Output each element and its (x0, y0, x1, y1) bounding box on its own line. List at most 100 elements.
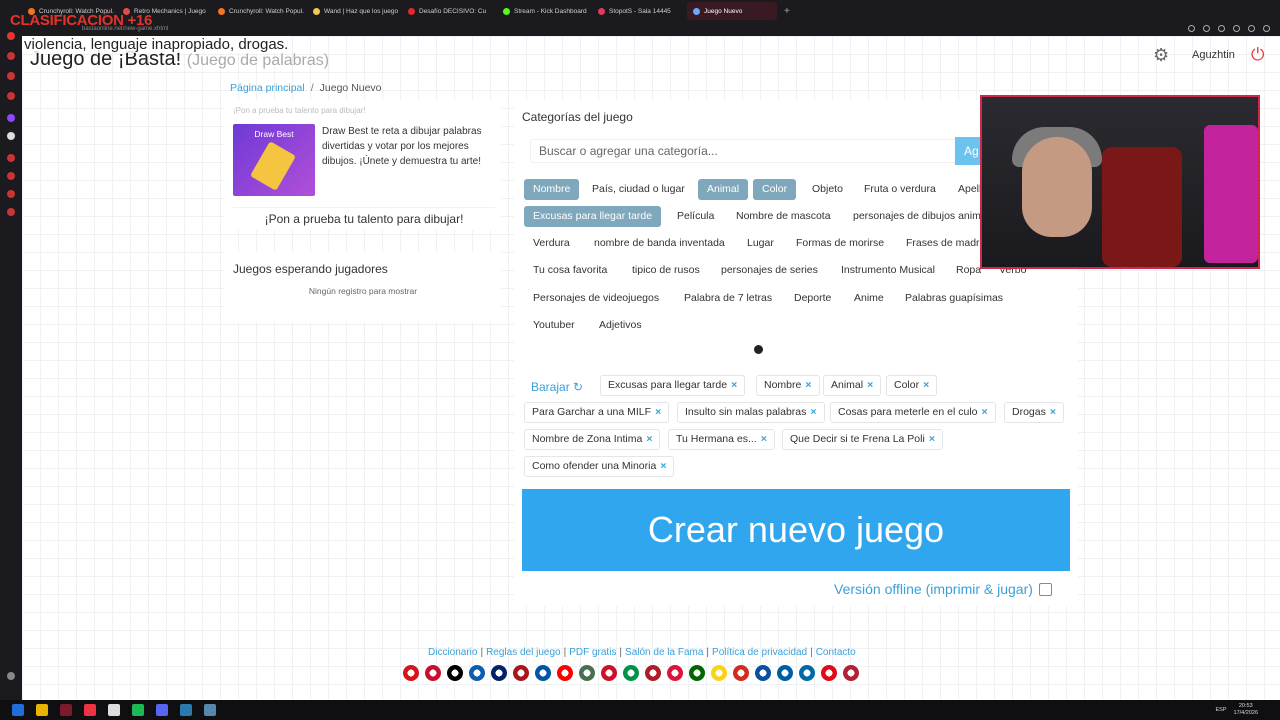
windows-icon[interactable] (12, 704, 24, 716)
remove-tag-icon[interactable]: × (761, 433, 767, 445)
spotify-icon[interactable] (132, 704, 144, 716)
flag-icon[interactable] (755, 665, 771, 681)
app-icon[interactable] (84, 704, 96, 716)
flag-icon[interactable] (733, 665, 749, 681)
flag-icon[interactable] (469, 665, 485, 681)
category-chip[interactable]: Excusas para llegar tarde (524, 206, 662, 227)
steam-icon[interactable] (180, 704, 192, 716)
sidebar-app-icon[interactable] (7, 190, 15, 198)
flag-icon[interactable] (513, 665, 529, 681)
clock[interactable]: 20:53 17/4/2026 (1234, 703, 1258, 717)
app-icon[interactable] (204, 704, 216, 716)
category-chip[interactable]: Nombre (524, 179, 580, 200)
category-chip[interactable]: Animal (698, 179, 749, 200)
category-chip[interactable]: Verdura (524, 233, 579, 254)
remove-tag-icon[interactable]: × (867, 379, 873, 391)
sidebar-app-icon[interactable] (7, 154, 15, 162)
category-chip[interactable]: personajes de dibujos anima (844, 206, 996, 227)
flag-icon[interactable] (645, 665, 661, 681)
extension-icon[interactable] (1218, 24, 1225, 32)
sidebar-app-icon[interactable] (7, 208, 15, 216)
extension-icon[interactable] (1263, 24, 1270, 32)
shuffle-button[interactable]: Barajar ↻ (531, 380, 583, 394)
footer-link[interactable]: PDF gratis (569, 647, 616, 658)
username[interactable]: Aguzhtin (1192, 49, 1235, 61)
flag-icon[interactable] (623, 665, 639, 681)
remove-tag-icon[interactable]: × (982, 406, 988, 418)
remove-tag-icon[interactable]: × (1050, 406, 1056, 418)
category-chip[interactable]: Instrumento Musical (832, 260, 944, 281)
category-chip[interactable]: País, ciudad o lugar (583, 179, 694, 200)
category-chip[interactable]: Formas de morirse (787, 233, 893, 254)
remove-tag-icon[interactable]: × (731, 379, 737, 391)
flag-icon[interactable] (491, 665, 507, 681)
flag-icon[interactable] (799, 665, 815, 681)
new-tab-button[interactable]: + (784, 6, 790, 17)
category-chip[interactable]: tipico de rusos (623, 260, 709, 281)
category-chip[interactable]: Lugar (738, 233, 783, 254)
extension-icon[interactable] (1233, 24, 1240, 32)
flag-icon[interactable] (777, 665, 793, 681)
remove-tag-icon[interactable]: × (923, 379, 929, 391)
breadcrumb-home-link[interactable]: Página principal (230, 82, 305, 94)
remove-tag-icon[interactable]: × (660, 460, 666, 472)
browser-tab[interactable]: StopotS - Sala 14445 (592, 2, 684, 20)
flag-icon[interactable] (557, 665, 573, 681)
category-chip[interactable]: Deporte (785, 288, 840, 309)
category-chip[interactable]: Youtuber (524, 315, 584, 336)
offline-version-link[interactable]: Versión offline (imprimir & jugar) (834, 581, 1052, 597)
flag-icon[interactable] (711, 665, 727, 681)
flag-icon[interactable] (821, 665, 837, 681)
category-chip[interactable]: Fruta o verdura (855, 179, 945, 200)
flag-icon[interactable] (403, 665, 419, 681)
category-chip[interactable]: personajes de series (712, 260, 827, 281)
flag-icon[interactable] (601, 665, 617, 681)
category-chip[interactable]: Palabra de 7 letras (675, 288, 781, 309)
promo-link[interactable]: ¡Pon a prueba tu talento para dibujar! (233, 207, 495, 226)
app-icon[interactable] (108, 704, 120, 716)
browser-tab[interactable]: Crunchyroll: Watch Popul... (212, 2, 304, 20)
flag-icon[interactable] (843, 665, 859, 681)
remove-tag-icon[interactable]: × (646, 433, 652, 445)
category-chip[interactable]: nombre de banda inventada (585, 233, 734, 254)
browser-tab[interactable]: Wand | Haz que los juego (307, 2, 399, 20)
sidebar-app-icon[interactable] (7, 72, 15, 80)
category-search-input[interactable] (530, 139, 966, 163)
flag-icon[interactable] (667, 665, 683, 681)
sidebar-app-icon[interactable] (7, 172, 15, 180)
category-chip[interactable]: Película (668, 206, 723, 227)
gear-icon[interactable]: ⚙ (1153, 46, 1171, 64)
flag-icon[interactable] (535, 665, 551, 681)
category-chip[interactable]: Tu cosa favorita (524, 260, 616, 281)
browser-tab[interactable]: Stream - Kick Dashboard (497, 2, 589, 20)
address-bar[interactable]: bastaonline.net/new-game.xhtml (22, 22, 1280, 36)
category-chip[interactable]: Color (753, 179, 797, 200)
browser-tab[interactable]: Desafío DECISIVO: Cu (402, 2, 494, 20)
category-chip[interactable]: Personajes de videojuegos (524, 288, 668, 309)
twitch-icon[interactable] (7, 114, 15, 122)
extension-icon[interactable] (1248, 24, 1255, 32)
create-game-button[interactable]: Crear nuevo juego (522, 489, 1070, 571)
power-icon[interactable]: ⏻ (1251, 45, 1271, 65)
extension-icon[interactable] (1203, 24, 1210, 32)
footer-link[interactable]: Política de privacidad (712, 647, 807, 658)
folder-icon[interactable] (36, 704, 48, 716)
remove-tag-icon[interactable]: × (655, 406, 661, 418)
flag-icon[interactable] (447, 665, 463, 681)
language-indicator[interactable]: ESP (1216, 707, 1227, 713)
sidebar-app-icon[interactable] (7, 92, 15, 100)
footer-link[interactable]: Diccionario (428, 647, 477, 658)
browser-tab[interactable]: Juego Nuevo (687, 2, 777, 20)
category-chip[interactable]: Anime (845, 288, 893, 309)
footer-link[interactable]: Salón de la Fama (625, 647, 703, 658)
remove-tag-icon[interactable]: × (810, 406, 816, 418)
x-icon[interactable] (7, 132, 15, 140)
footer-link[interactable]: Reglas del juego (486, 647, 561, 658)
footer-link[interactable]: Contacto (816, 647, 856, 658)
extension-icon[interactable] (1188, 24, 1195, 32)
flag-icon[interactable] (425, 665, 441, 681)
flag-icon[interactable] (689, 665, 705, 681)
category-chip[interactable]: Nombre de mascota (727, 206, 840, 227)
draw-best-thumbnail[interactable]: Draw Best (233, 124, 315, 196)
remove-tag-icon[interactable]: × (929, 433, 935, 445)
